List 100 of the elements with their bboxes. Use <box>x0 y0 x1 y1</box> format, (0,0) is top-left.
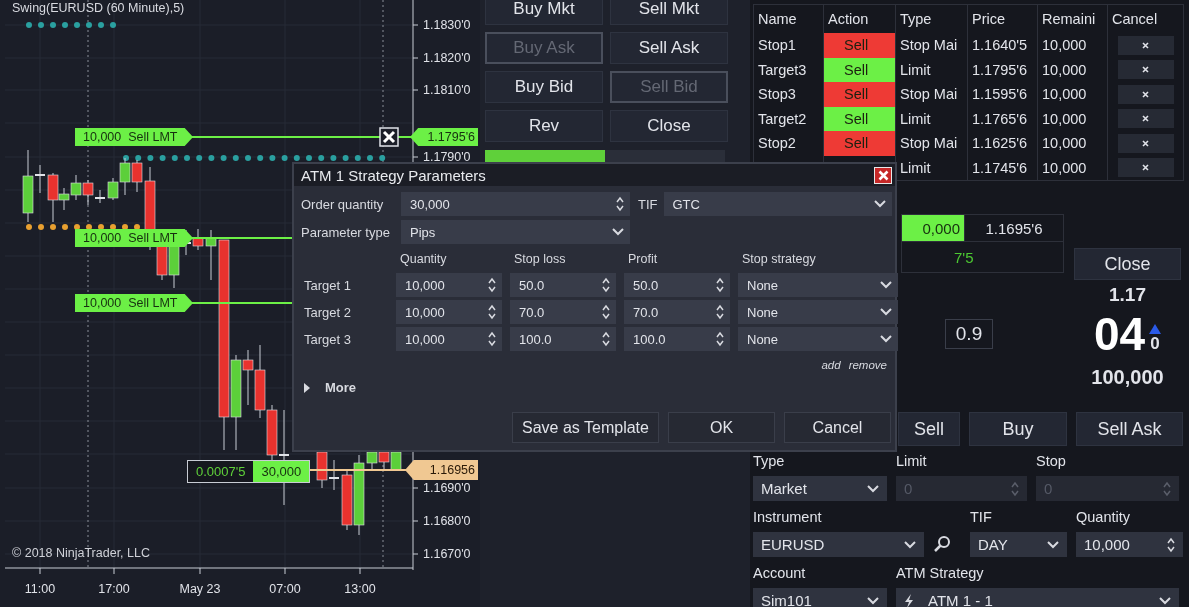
time-axis-label: 13:00 <box>344 582 376 596</box>
stop-strategy-select[interactable]: None <box>738 327 898 351</box>
link[interactable]: remove <box>848 359 887 371</box>
number-field[interactable]: 50.0 <box>624 273 730 297</box>
cancel-button[interactable] <box>1117 35 1174 55</box>
trade-button[interactable]: Buy Mkt <box>485 0 603 25</box>
candle <box>316 451 328 489</box>
table-cell: 1.1745'6 <box>972 159 1028 176</box>
column-header[interactable]: Name <box>753 4 824 33</box>
order-label[interactable]: 10,000 Sell LMT <box>75 294 193 312</box>
quantity-field[interactable]: 10,000 <box>1076 532 1183 557</box>
dialog-button[interactable]: Cancel <box>784 412 891 443</box>
order-label[interactable]: 10,000 Sell LMT <box>75 128 193 146</box>
row-label: Target 2 <box>304 304 352 320</box>
number-field[interactable]: 70.0 <box>624 300 730 324</box>
action-cell: Sell <box>823 131 896 156</box>
chevron-down-icon <box>1159 596 1171 605</box>
chevron-down-icon <box>1047 540 1059 549</box>
price-axis-label: 1.1680'0 <box>423 514 471 528</box>
chevron-down-icon <box>880 308 892 316</box>
order-button[interactable]: Sell Ask <box>1076 412 1183 446</box>
copyright-text: © 2018 NinjaTrader, LLC <box>12 546 150 560</box>
column-header: Stop loss <box>514 252 566 266</box>
price-fraction: 0 <box>1150 334 1160 354</box>
tif-select[interactable]: GTC <box>663 192 892 216</box>
number-field[interactable]: 10,000 <box>396 273 502 297</box>
chart-title: Swing(EURUSD (60 Minute),5) <box>12 1 185 15</box>
search-icon[interactable] <box>933 535 951 553</box>
dialog-button[interactable]: OK <box>668 412 775 443</box>
quote-size: 100,000 <box>1091 366 1164 389</box>
field-label: Limit <box>896 453 928 471</box>
instrument-select[interactable]: EURUSD <box>753 532 924 557</box>
chevron-down-icon <box>867 596 879 605</box>
trade-button[interactable]: Close <box>610 110 728 142</box>
type-select[interactable]: Market <box>753 476 887 501</box>
chevron-down-icon <box>612 228 624 236</box>
position-pnl: 7'5 <box>901 242 1064 273</box>
trade-button[interactable]: Sell Ask <box>610 32 728 64</box>
table-cell: 1.1640'5 <box>972 37 1028 54</box>
tif-select[interactable]: DAY <box>970 532 1067 557</box>
cancel-button[interactable] <box>1117 158 1174 178</box>
chevron-down-icon <box>867 484 879 493</box>
dialog-title: ATM 1 Strategy Parameters <box>301 166 486 184</box>
column-header[interactable]: Type <box>895 4 968 33</box>
trade-button[interactable]: Buy Bid <box>485 71 603 103</box>
action-cell: Sell <box>823 82 896 107</box>
trade-button[interactable]: Rev <box>485 110 603 142</box>
number-field[interactable]: 50.0 <box>510 273 616 297</box>
number-field[interactable]: 30,000 <box>401 192 630 216</box>
cancel-button[interactable] <box>1117 109 1174 129</box>
cancel-button[interactable] <box>1117 60 1174 80</box>
close-icon <box>1142 41 1149 49</box>
order-button[interactable]: Sell <box>898 412 960 446</box>
trade-button[interactable]: Sell Mkt <box>610 0 728 25</box>
more-toggle[interactable]: More <box>294 379 363 396</box>
table-cell: Stop Mai <box>900 135 958 152</box>
up-arrow-icon <box>1149 324 1162 334</box>
price-tag: 1.1795'6 <box>410 128 478 146</box>
column-header: Stop strategy <box>742 252 816 266</box>
cancel-button[interactable] <box>1117 84 1174 104</box>
lightning-icon <box>904 593 914 607</box>
link[interactable]: add <box>821 359 841 371</box>
atm-strategy-select[interactable]: ATM 1 - 1 <box>896 588 1179 607</box>
position-quantity[interactable]: 30,000 <box>253 461 310 482</box>
order-label[interactable]: 10,000 Sell LMT <box>75 229 193 247</box>
table-cell: 10,000 <box>1042 135 1087 152</box>
table-cell: Target2 <box>758 110 807 127</box>
table-cell: Limit <box>900 61 931 78</box>
column-header[interactable]: Remaini <box>1037 4 1108 33</box>
position-price: 1.1695'6 <box>964 215 1063 241</box>
number-field[interactable]: 70.0 <box>510 300 616 324</box>
table-cell: Target3 <box>758 61 807 78</box>
parameter-type-select[interactable]: Pips <box>401 220 630 244</box>
stop-strategy-select[interactable]: None <box>738 300 898 324</box>
table-cell: Stop3 <box>758 86 796 103</box>
table-cell: Limit <box>900 110 931 127</box>
time-axis-label: 17:00 <box>98 582 130 596</box>
time-axis-label: May 23 <box>179 582 221 596</box>
table-cell: 10,000 <box>1042 37 1087 54</box>
stop-strategy-select[interactable]: None <box>738 273 898 297</box>
column-header[interactable]: Cancel <box>1107 4 1184 33</box>
column-header[interactable]: Price <box>967 4 1038 33</box>
account-select[interactable]: Sim101 <box>753 588 887 607</box>
close-button[interactable] <box>874 166 892 184</box>
row-label: Target 1 <box>304 277 352 293</box>
cancel-button[interactable] <box>1117 133 1174 153</box>
order-button[interactable]: Buy <box>969 412 1067 446</box>
price-axis-label: 1.1690'0 <box>423 481 471 495</box>
row-label: Target 3 <box>304 331 352 347</box>
number-field[interactable]: 100.0 <box>624 327 730 351</box>
number-field[interactable]: 100.0 <box>510 327 616 351</box>
dialog-button[interactable]: Save as Template <box>512 412 659 443</box>
close-icon <box>1142 164 1149 172</box>
number-field[interactable]: 10,000 <box>396 327 502 351</box>
close-icon[interactable] <box>379 127 399 147</box>
number-field[interactable]: 10,000 <box>396 300 502 324</box>
price-axis-label: 1.1830'0 <box>423 18 471 32</box>
field-label: Parameter type <box>301 224 391 240</box>
close-button[interactable]: Close <box>1074 248 1181 280</box>
field-label: Instrument <box>753 509 823 527</box>
